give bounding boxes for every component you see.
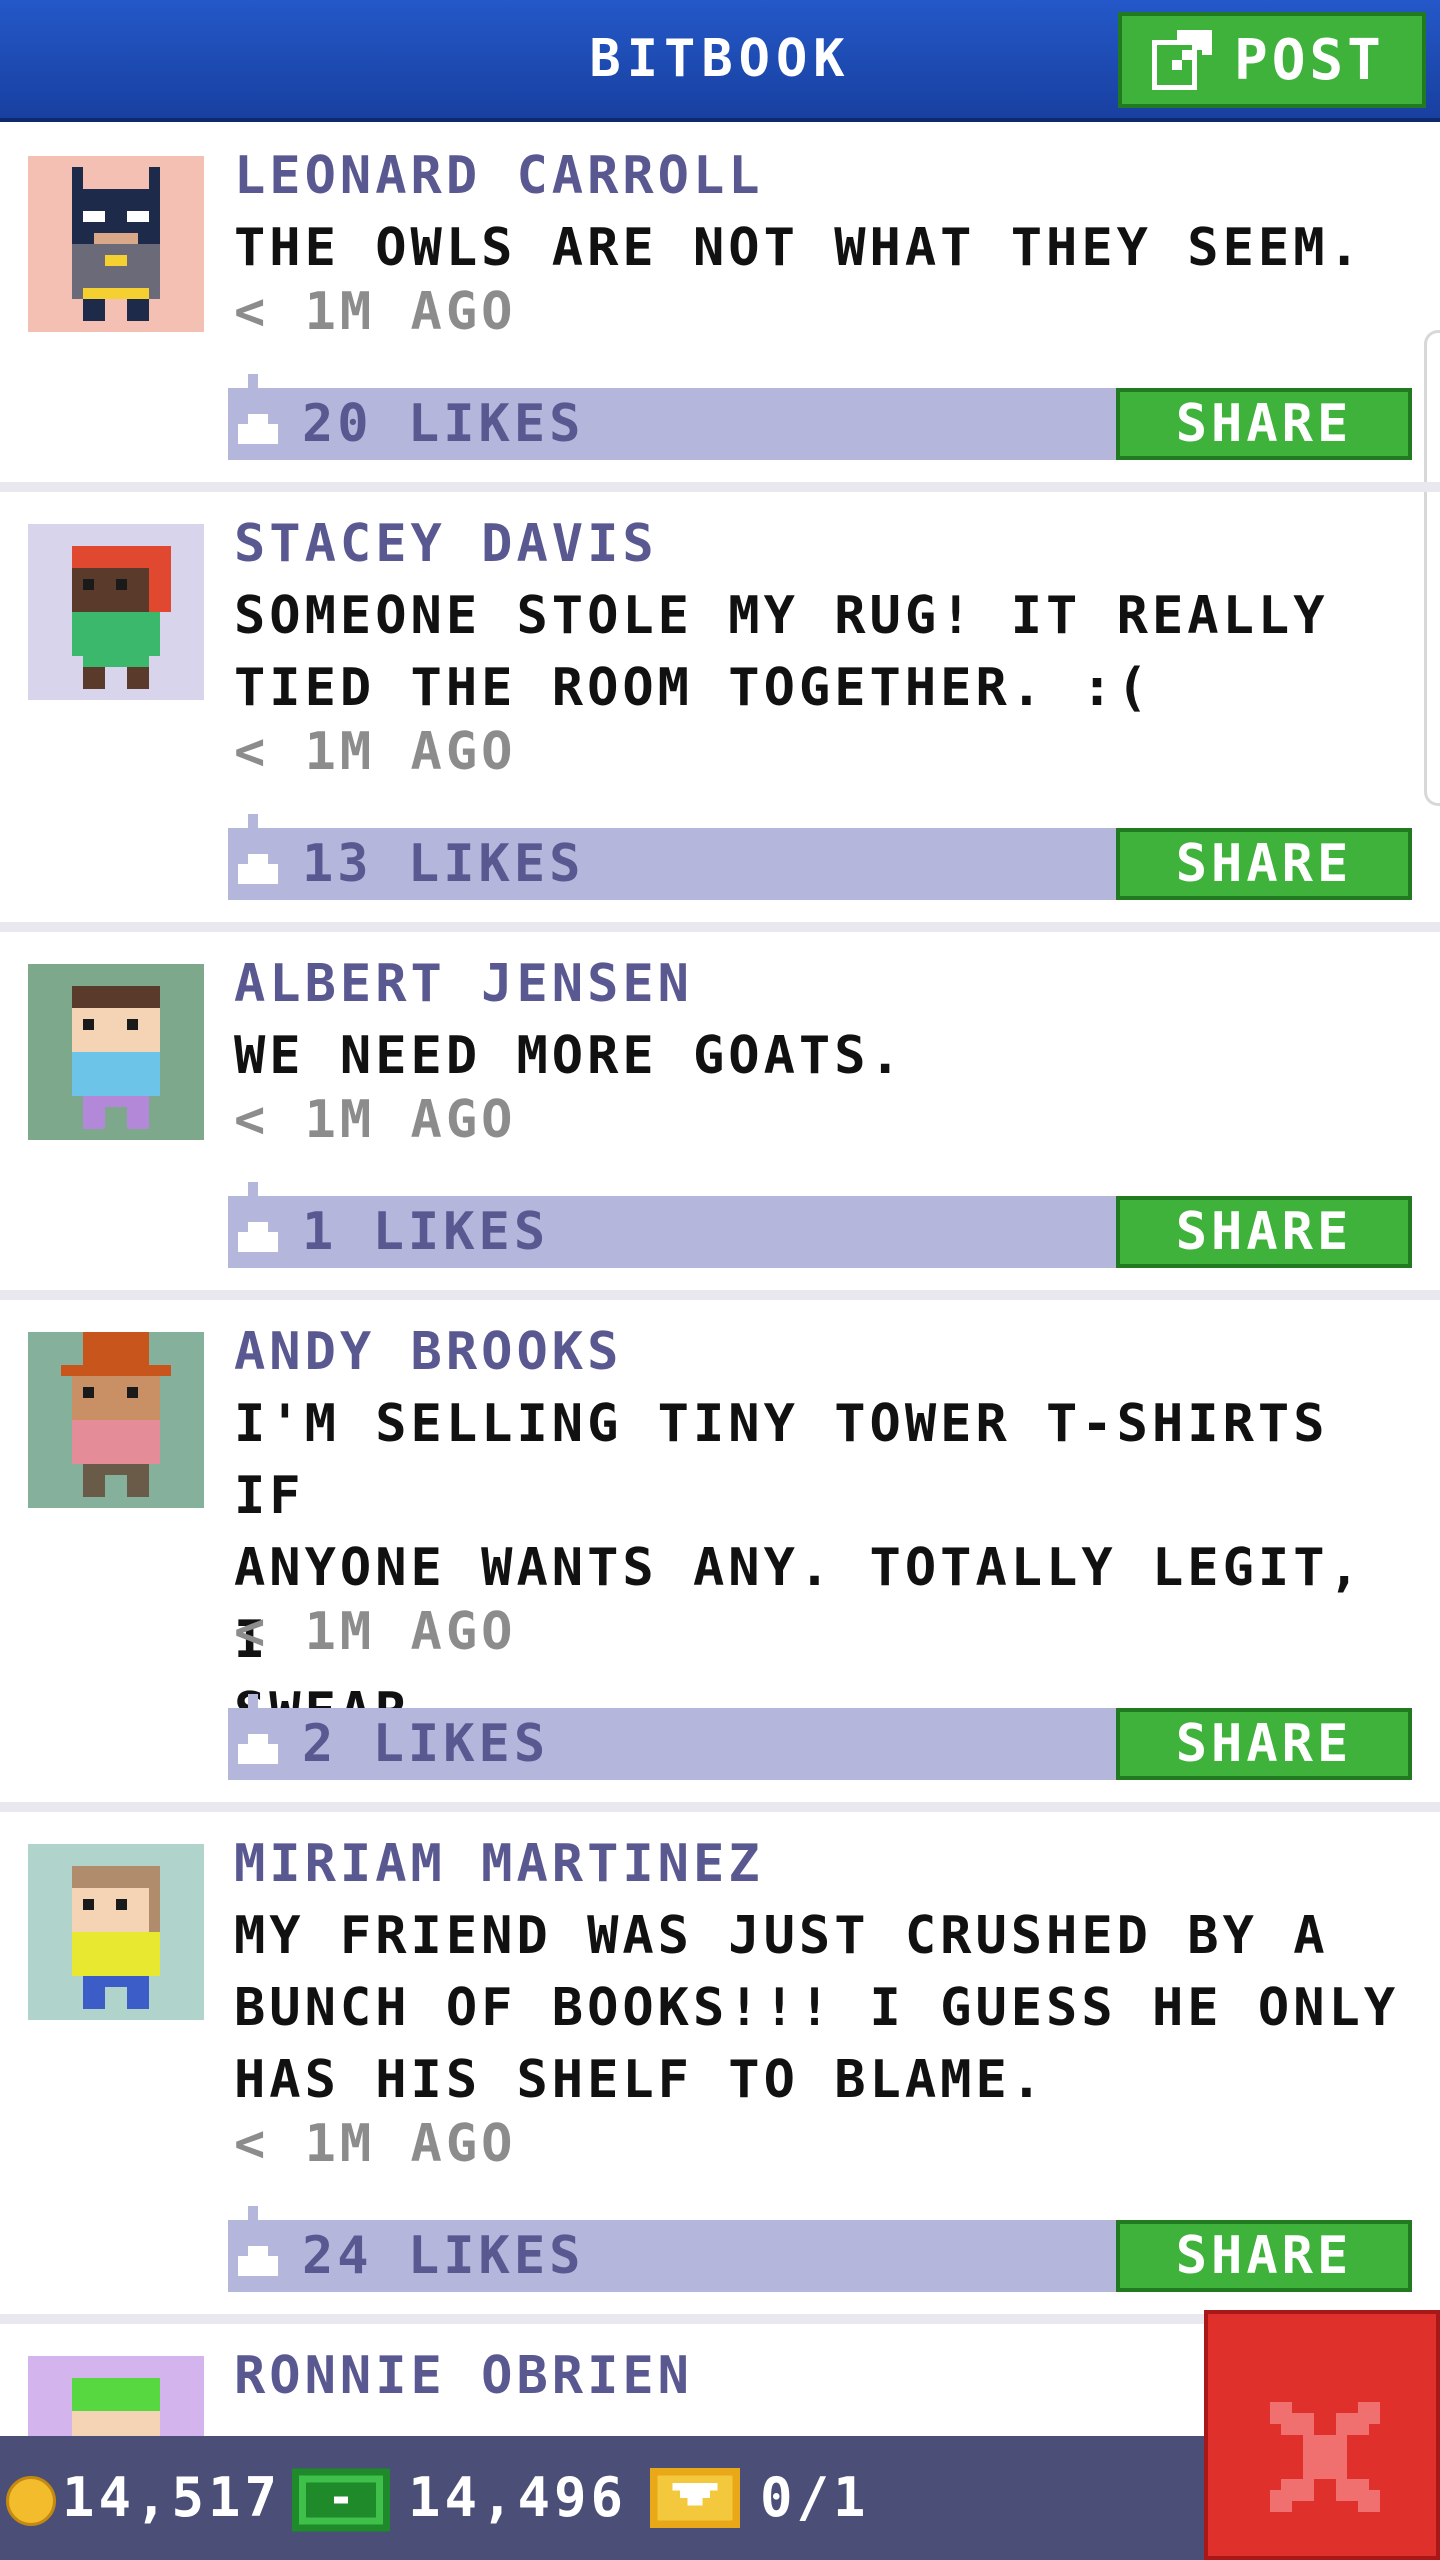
post-message: WE NEED MORE GOATS.	[234, 1020, 1414, 1092]
feed-post: MIRIAM MARTINEZ MY FRIEND WAS JUST CRUSH…	[0, 1812, 1440, 2324]
avatar[interactable]	[28, 1332, 204, 1508]
share-button[interactable]: SHARE	[1116, 1708, 1412, 1780]
avatar[interactable]	[28, 524, 204, 700]
post-timestamp: < 1M AGO	[234, 1090, 517, 1150]
post-message-line: I'M SELLING TINY TOWER T-SHIRTS IF	[234, 1394, 1329, 1526]
coin-balance: 14,517	[62, 2466, 282, 2529]
like-icon[interactable]	[238, 2206, 278, 2286]
post-message: MY FRIEND WAS JUST CRUSHED BY A BUNCH OF…	[234, 1900, 1414, 2116]
post-timestamp: < 1M AGO	[234, 722, 517, 782]
post-author[interactable]: ALBERT JENSEN	[234, 954, 693, 1014]
share-button[interactable]: SHARE	[1116, 388, 1412, 460]
coin-icon	[6, 2476, 56, 2526]
feed-post: ALBERT JENSEN WE NEED MORE GOATS. < 1M A…	[0, 932, 1440, 1300]
ticket-count: 0/1	[760, 2466, 870, 2529]
like-icon[interactable]	[238, 1182, 278, 1262]
post-author[interactable]: RONNIE OBRIEN	[234, 2346, 693, 2406]
feed-post: ANDY BROOKS I'M SELLING TINY TOWER T-SHI…	[0, 1300, 1440, 1812]
post-message-line: BUNCH OF BOOKS!!! I GUESS HE ONLY	[234, 1978, 1400, 2038]
header-bar: BITBOOK POST	[0, 0, 1440, 122]
likes-bar: 1 LIKES SHARE	[228, 1182, 1412, 1268]
post-button-label: POST	[1234, 27, 1385, 93]
post-icon	[1152, 30, 1212, 90]
likes-count: 13 LIKES	[302, 834, 585, 894]
post-message-line: HAS HIS SHELF TO BLAME.	[234, 2050, 1047, 2110]
post-timestamp: < 1M AGO	[234, 1602, 517, 1662]
close-button[interactable]	[1204, 2310, 1440, 2560]
post-message: THE OWLS ARE NOT WHAT THEY SEEM.	[234, 212, 1414, 284]
like-icon[interactable]	[238, 374, 278, 454]
avatar[interactable]	[28, 964, 204, 1140]
like-icon[interactable]	[238, 814, 278, 894]
likes-count: 1 LIKES	[302, 1202, 550, 1262]
close-icon	[1270, 2402, 1380, 2512]
likes-count: 2 LIKES	[302, 1714, 550, 1774]
post-message: I'M SELLING TINY TOWER T-SHIRTS IF ANYON…	[234, 1388, 1414, 1748]
share-button[interactable]: SHARE	[1116, 1196, 1412, 1268]
bux-balance: 14,496	[408, 2466, 628, 2529]
likes-bar: 2 LIKES SHARE	[228, 1694, 1412, 1780]
post-timestamp: < 1M AGO	[234, 282, 517, 342]
post-message-line: TIED THE ROOM TOGETHER. :(	[234, 658, 1152, 718]
likes-bar: 13 LIKES SHARE	[228, 814, 1412, 900]
avatar[interactable]	[28, 1844, 204, 2020]
post-message-line: WE NEED MORE GOATS.	[234, 1026, 905, 1086]
likes-count: 24 LIKES	[302, 2226, 585, 2286]
post-message: SOMEONE STOLE MY RUG! IT REALLY TIED THE…	[234, 580, 1414, 724]
likes-bar: 24 LIKES SHARE	[228, 2206, 1412, 2292]
post-author[interactable]: ANDY BROOKS	[234, 1322, 622, 1382]
post-message-line: THE OWLS ARE NOT WHAT THEY SEEM.	[234, 218, 1364, 278]
post-message-line: MY FRIEND WAS JUST CRUSHED BY A	[234, 1906, 1329, 1966]
post-author[interactable]: LEONARD CARROLL	[234, 146, 764, 206]
feed-post: STACEY DAVIS SOMEONE STOLE MY RUG! IT RE…	[0, 492, 1440, 932]
post-button[interactable]: POST	[1118, 12, 1426, 108]
post-author[interactable]: MIRIAM MARTINEZ	[234, 1834, 764, 1894]
likes-bar: 20 LIKES SHARE	[228, 374, 1412, 460]
bux-icon	[292, 2468, 390, 2532]
share-button[interactable]: SHARE	[1116, 828, 1412, 900]
post-timestamp: < 1M AGO	[234, 2114, 517, 2174]
post-message-line: SOMEONE STOLE MY RUG! IT REALLY	[234, 586, 1329, 646]
ticket-icon	[650, 2468, 740, 2528]
avatar[interactable]	[28, 156, 204, 332]
likes-count: 20 LIKES	[302, 394, 585, 454]
share-button[interactable]: SHARE	[1116, 2220, 1412, 2292]
like-icon[interactable]	[238, 1694, 278, 1774]
feed-post: LEONARD CARROLL THE OWLS ARE NOT WHAT TH…	[0, 122, 1440, 492]
post-author[interactable]: STACEY DAVIS	[234, 514, 658, 574]
